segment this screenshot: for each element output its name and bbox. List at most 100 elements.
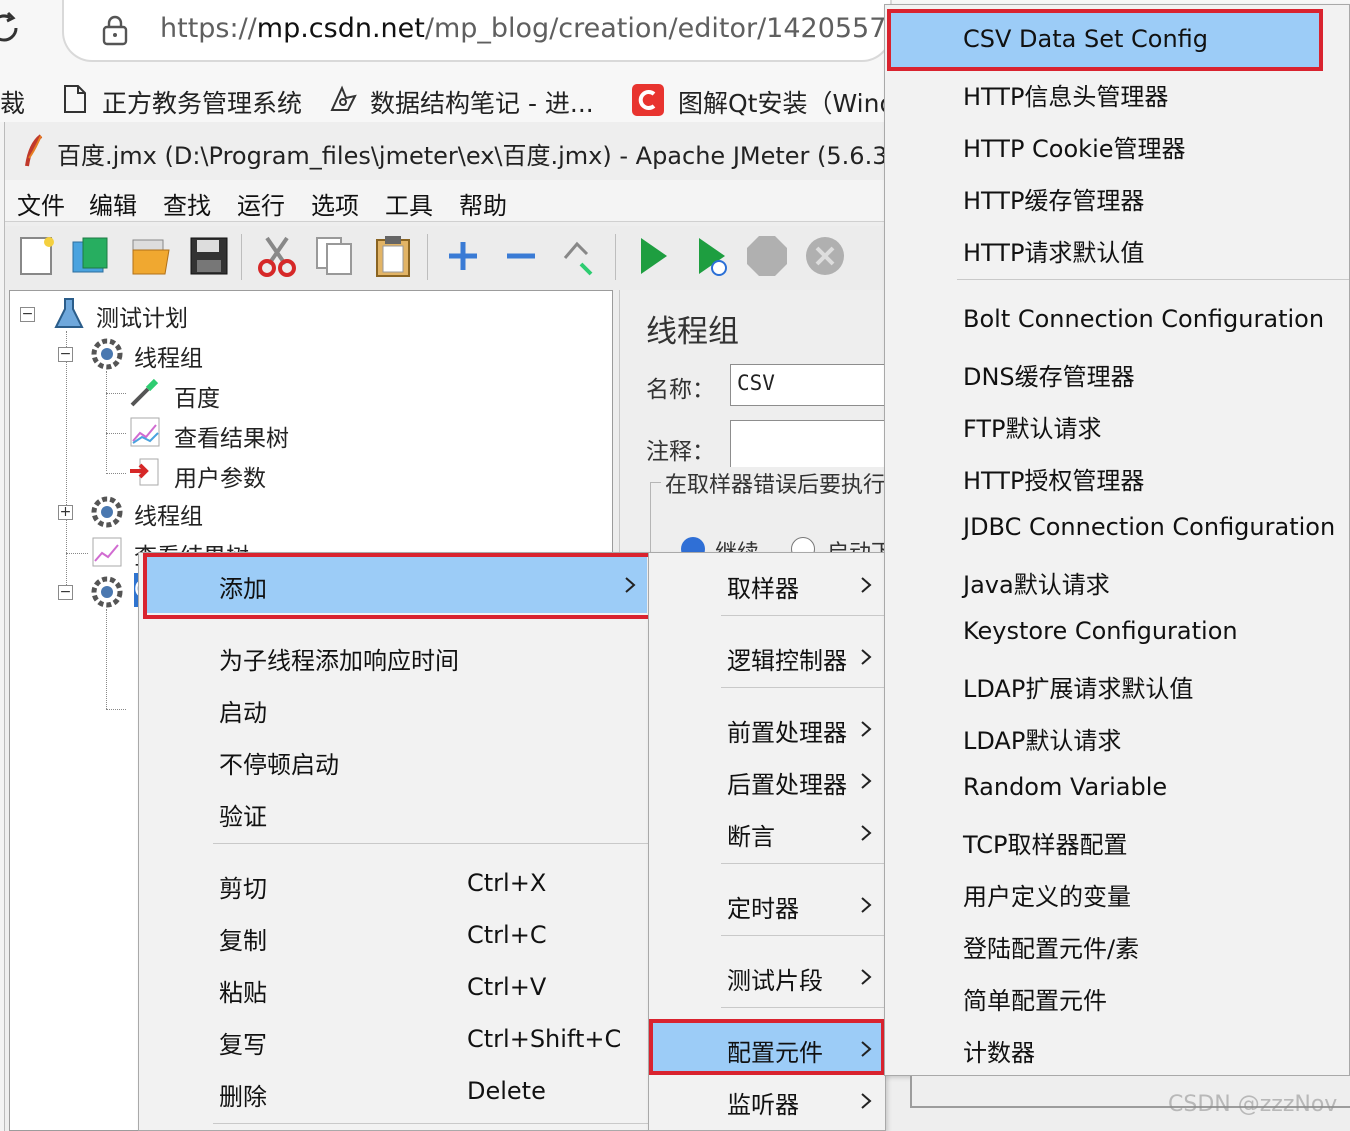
menu-item-login-config[interactable]: 登陆配置元件/素	[963, 929, 1139, 964]
menu-separator	[721, 1007, 885, 1008]
menu-run[interactable]: 运行	[237, 186, 285, 221]
menu-help[interactable]: 帮助	[459, 186, 507, 221]
bookmark-item-partial[interactable]: 裁	[0, 84, 25, 120]
menu-item-java-defaults[interactable]: Java默认请求	[963, 565, 1110, 600]
menu-item-simple-config[interactable]: 简单配置元件	[963, 981, 1107, 1016]
lock-icon	[102, 15, 128, 46]
menu-item-http-auth-manager[interactable]: HTTP授权管理器	[963, 461, 1144, 496]
collapse-toggle[interactable]: −	[58, 347, 73, 362]
menu-item-add[interactable]: 添加	[219, 569, 267, 604]
menu-item-counter[interactable]: 计数器	[963, 1033, 1035, 1068]
menu-separator	[721, 863, 885, 864]
panel-title: 线程组	[646, 314, 739, 350]
listener-graph-icon	[130, 417, 160, 447]
menu-item-jdbc-connection[interactable]: JDBC Connection Configuration	[963, 513, 1335, 541]
menu-item-bolt-connection[interactable]: Bolt Connection Configuration	[963, 305, 1324, 333]
tree-node-result-tree[interactable]: 查看结果树	[174, 419, 289, 453]
stop-icon[interactable]	[745, 234, 789, 278]
menu-item-start-no-pause[interactable]: 不停顿启动	[219, 745, 339, 780]
tree-node-sampler-baidu[interactable]: 百度	[174, 379, 220, 413]
menu-item-ldap-defaults[interactable]: LDAP默认请求	[963, 721, 1121, 756]
menu-item-duplicate[interactable]: 复写	[219, 1025, 267, 1060]
window-title: 百度.jmx (D:\Program_files\jmeter\ex\百度.jm…	[57, 142, 897, 170]
menu-item-sampler[interactable]: 取样器	[727, 569, 799, 604]
bookmark-item-qt[interactable]: 图解Qt安装（Wind	[678, 84, 895, 120]
menu-item-http-header-manager[interactable]: HTTP信息头管理器	[963, 77, 1168, 112]
expand-toggle[interactable]: +	[58, 505, 73, 520]
url-text[interactable]: https://mp.csdn.net/mp_blog/creation/edi…	[160, 13, 921, 44]
toggle-icon[interactable]	[557, 234, 601, 278]
menu-edit[interactable]: 编辑	[89, 186, 137, 221]
start-icon[interactable]	[631, 234, 675, 278]
menu-separator	[721, 687, 885, 688]
chevron-right-icon	[861, 1041, 872, 1057]
preprocessor-arrow-icon	[130, 458, 159, 486]
chevron-right-icon	[861, 825, 872, 841]
menu-separator	[213, 1123, 649, 1124]
menu-item-listener[interactable]: 监听器	[727, 1085, 799, 1120]
tree-node-test-plan[interactable]: 测试计划	[96, 299, 188, 333]
menu-item-keystore-config[interactable]: Keystore Configuration	[963, 617, 1238, 645]
menu-item-random-variable[interactable]: Random Variable	[963, 773, 1167, 801]
menu-item-user-defined-variables[interactable]: 用户定义的变量	[963, 877, 1131, 912]
tree-node-thread-group-2[interactable]: 线程组	[134, 497, 203, 531]
open-icon[interactable]	[129, 234, 173, 278]
menu-item-add-response-time[interactable]: 为子线程添加响应时间	[219, 641, 459, 676]
menu-item-http-cache-manager[interactable]: HTTP缓存管理器	[963, 181, 1144, 216]
menu-item-ftp-defaults[interactable]: FTP默认请求	[963, 409, 1102, 444]
save-icon[interactable]	[187, 234, 231, 278]
collapse-icon[interactable]	[499, 234, 543, 278]
shutdown-icon[interactable]	[803, 234, 847, 278]
menu-item-timer[interactable]: 定时器	[727, 889, 799, 924]
chevron-right-icon	[861, 897, 872, 913]
chevron-right-icon	[861, 773, 872, 789]
tree-node-user-params[interactable]: 用户参数	[174, 459, 266, 493]
shortcut-duplicate: Ctrl+Shift+C	[467, 1025, 622, 1053]
expand-icon[interactable]	[441, 234, 485, 278]
menu-separator	[213, 843, 649, 844]
menu-options[interactable]: 选项	[311, 186, 359, 221]
menu-search[interactable]: 查找	[163, 186, 211, 221]
cut-icon[interactable]	[255, 234, 299, 278]
context-menu: 添加 为子线程添加响应时间 启动 不停顿启动 验证 剪切 Ctrl+X 复制 C…	[138, 552, 653, 1131]
menu-item-assertion[interactable]: 断言	[727, 817, 775, 852]
new-icon[interactable]	[15, 234, 59, 278]
menu-tools[interactable]: 工具	[385, 186, 433, 221]
menu-item-validate[interactable]: 验证	[219, 797, 267, 832]
menu-item-logic-controller[interactable]: 逻辑控制器	[727, 641, 847, 676]
menu-item-config-element[interactable]: 配置元件	[727, 1033, 823, 1068]
toolbar-separator	[427, 234, 428, 280]
menu-item-cut[interactable]: 剪切	[219, 869, 267, 904]
shortcut-cut: Ctrl+X	[467, 869, 547, 897]
menu-item-start[interactable]: 启动	[219, 693, 267, 728]
start-no-pause-icon[interactable]	[689, 234, 733, 278]
test-plan-flask-icon	[54, 298, 84, 328]
menu-item-tcp-sampler-config[interactable]: TCP取样器配置	[963, 825, 1127, 860]
menu-item-pre-processor[interactable]: 前置处理器	[727, 713, 847, 748]
chevron-right-icon	[861, 969, 872, 985]
menu-item-test-fragment[interactable]: 测试片段	[727, 961, 823, 996]
collapse-toggle[interactable]: −	[58, 585, 73, 600]
tree-line	[106, 609, 107, 709]
bookmark-item-jwgl[interactable]: 正方教务管理系统	[102, 84, 302, 120]
jmeter-feather-icon	[25, 134, 43, 167]
menu-item-delete[interactable]: 删除	[219, 1077, 267, 1112]
menu-item-copy[interactable]: 复制	[219, 921, 267, 956]
menu-item-http-request-defaults[interactable]: HTTP请求默认值	[963, 233, 1144, 268]
bookmark-item-ds-notes[interactable]: 数据结构笔记 - 进...	[370, 84, 594, 120]
menu-file[interactable]: 文件	[17, 186, 65, 221]
tree-node-thread-group[interactable]: 线程组	[134, 339, 203, 373]
menu-item-post-processor[interactable]: 后置处理器	[727, 765, 847, 800]
templates-icon[interactable]	[69, 234, 113, 278]
reload-icon[interactable]	[0, 10, 22, 46]
sampler-pipette-icon	[130, 378, 159, 407]
menu-item-http-cookie-manager[interactable]: HTTP Cookie管理器	[963, 129, 1186, 164]
collapse-toggle[interactable]: −	[20, 307, 35, 322]
menu-item-paste[interactable]: 粘贴	[219, 973, 267, 1008]
thread-group-gear-icon	[91, 338, 123, 370]
menu-item-csv-data-set-config[interactable]: CSV Data Set Config	[963, 25, 1208, 53]
copy-icon[interactable]	[313, 234, 357, 278]
menu-item-ldap-ext-defaults[interactable]: LDAP扩展请求默认值	[963, 669, 1193, 704]
menu-item-dns-cache-manager[interactable]: DNS缓存管理器	[963, 357, 1135, 392]
paste-icon[interactable]	[371, 234, 415, 278]
